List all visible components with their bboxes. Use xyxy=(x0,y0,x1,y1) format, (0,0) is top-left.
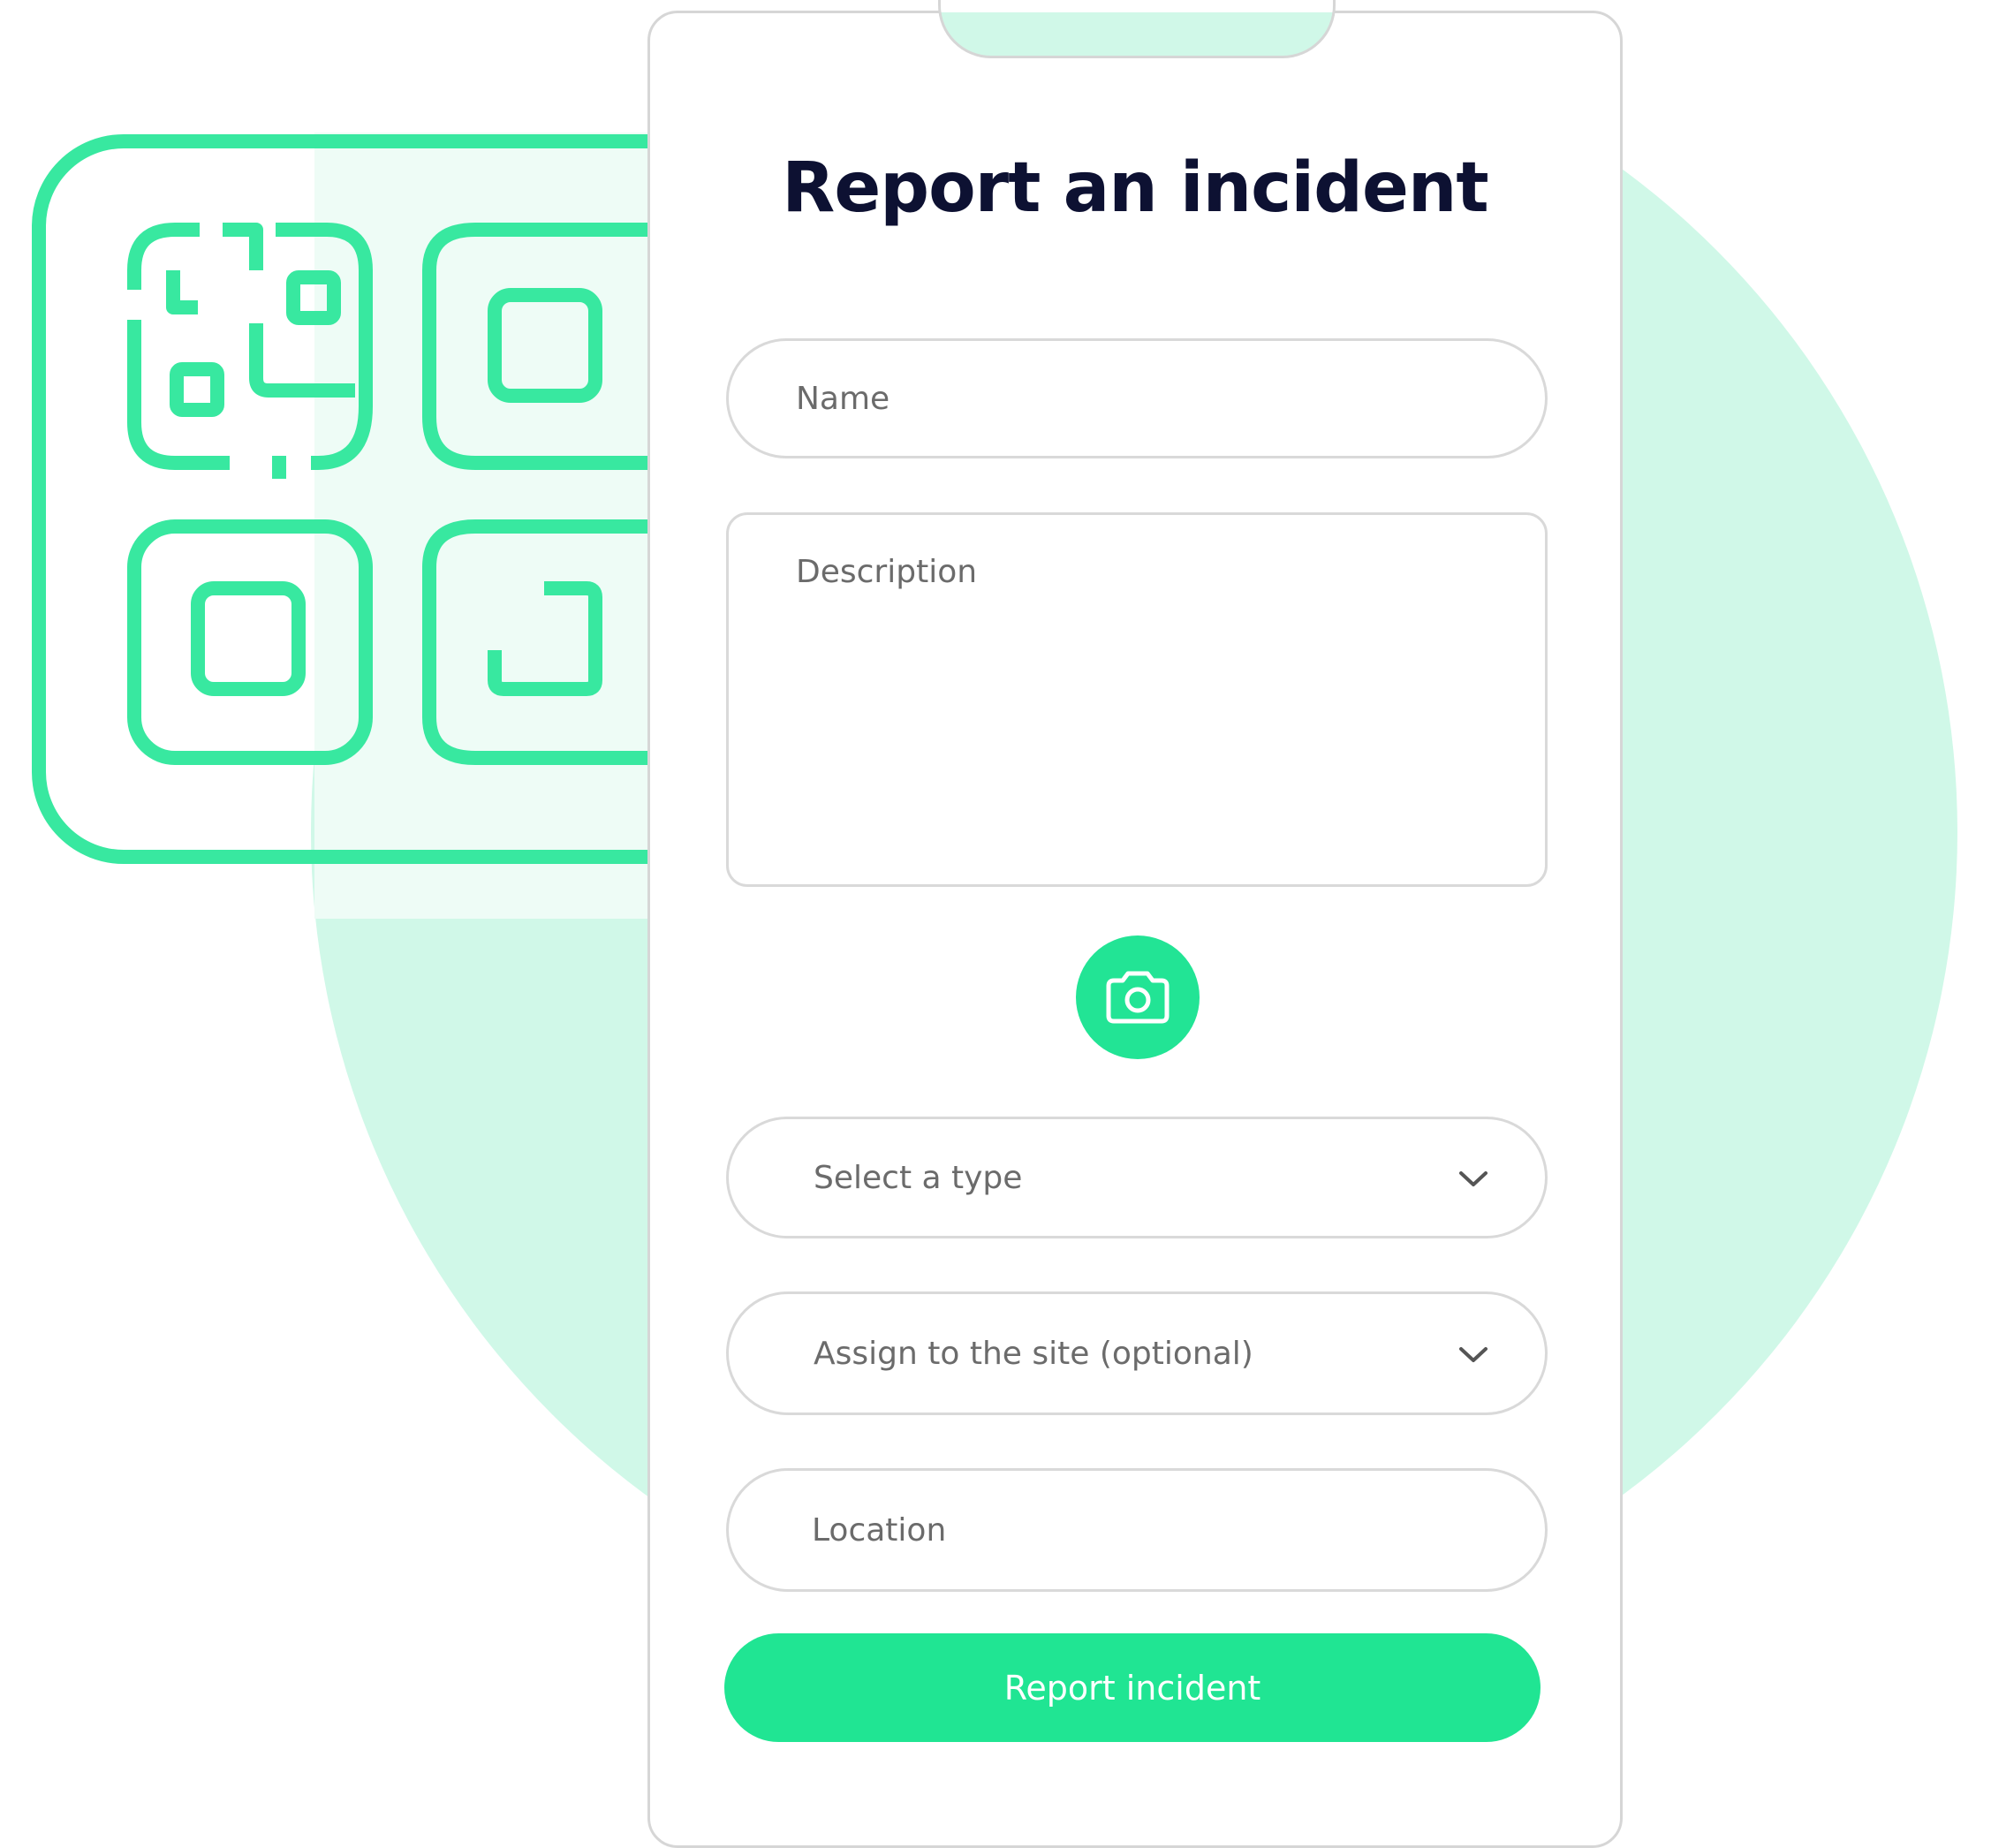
add-photo-button[interactable] xyxy=(1076,935,1200,1059)
location-placeholder: Location xyxy=(812,1511,947,1549)
type-select-value: Select a type xyxy=(814,1159,1023,1196)
page-title: Report an incident xyxy=(782,148,1488,228)
camera-icon xyxy=(1106,971,1170,1024)
phone-notch xyxy=(938,0,1336,58)
name-field[interactable]: Name xyxy=(726,338,1548,458)
qr-code-icon xyxy=(32,133,654,919)
report-incident-button[interactable]: Report incident xyxy=(724,1633,1541,1742)
name-placeholder: Name xyxy=(796,380,890,417)
type-select[interactable]: Select a type xyxy=(726,1117,1548,1238)
site-select-value: Assign to the site (optional) xyxy=(814,1335,1253,1372)
description-placeholder: Description xyxy=(796,554,978,590)
description-field[interactable]: Description xyxy=(726,512,1548,887)
chevron-down-icon xyxy=(1459,1171,1488,1186)
chevron-down-icon xyxy=(1459,1347,1488,1362)
location-field[interactable]: Location xyxy=(726,1468,1548,1592)
site-select[interactable]: Assign to the site (optional) xyxy=(726,1291,1548,1415)
